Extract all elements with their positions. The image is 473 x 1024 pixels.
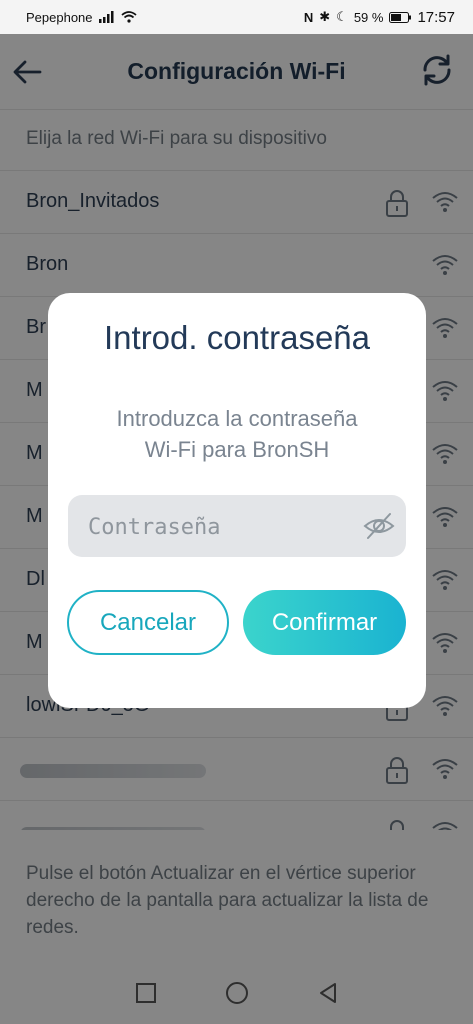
wifi-status-icon — [120, 11, 137, 23]
signal-icon — [98, 11, 114, 23]
battery-icon — [389, 11, 412, 23]
status-bar: Pepephone N ✱ ☾ 59 % 17:57 — [0, 0, 473, 34]
status-left: Pepephone — [26, 10, 137, 25]
confirm-button[interactable]: Confirmar — [243, 590, 406, 655]
dialog-message: Introduzca la contraseña Wi-Fi para Bron… — [72, 403, 402, 465]
password-dialog: Introd. contraseña Introduzca la contras… — [48, 293, 426, 708]
dialog-message-line1: Introduzca la contraseña — [116, 406, 358, 431]
password-input[interactable] — [68, 495, 366, 559]
cancel-button[interactable]: Cancelar — [67, 590, 229, 655]
nfc-icon: N — [303, 9, 314, 25]
dialog-message-line2: Wi-Fi para BronSH — [144, 437, 330, 462]
eye-slash-icon[interactable] — [362, 509, 396, 543]
battery-level: 59 % — [353, 9, 384, 25]
carrier-name: Pepephone — [26, 9, 93, 25]
dialog-title: Introd. contraseña — [104, 319, 370, 356]
moon-icon: ☾ — [336, 9, 348, 24]
password-field — [68, 495, 406, 559]
status-right: N ✱ ☾ 59 % 17:57 — [304, 9, 455, 26]
bluetooth-icon: ✱ — [319, 9, 331, 24]
clock: 17:57 — [417, 8, 455, 26]
